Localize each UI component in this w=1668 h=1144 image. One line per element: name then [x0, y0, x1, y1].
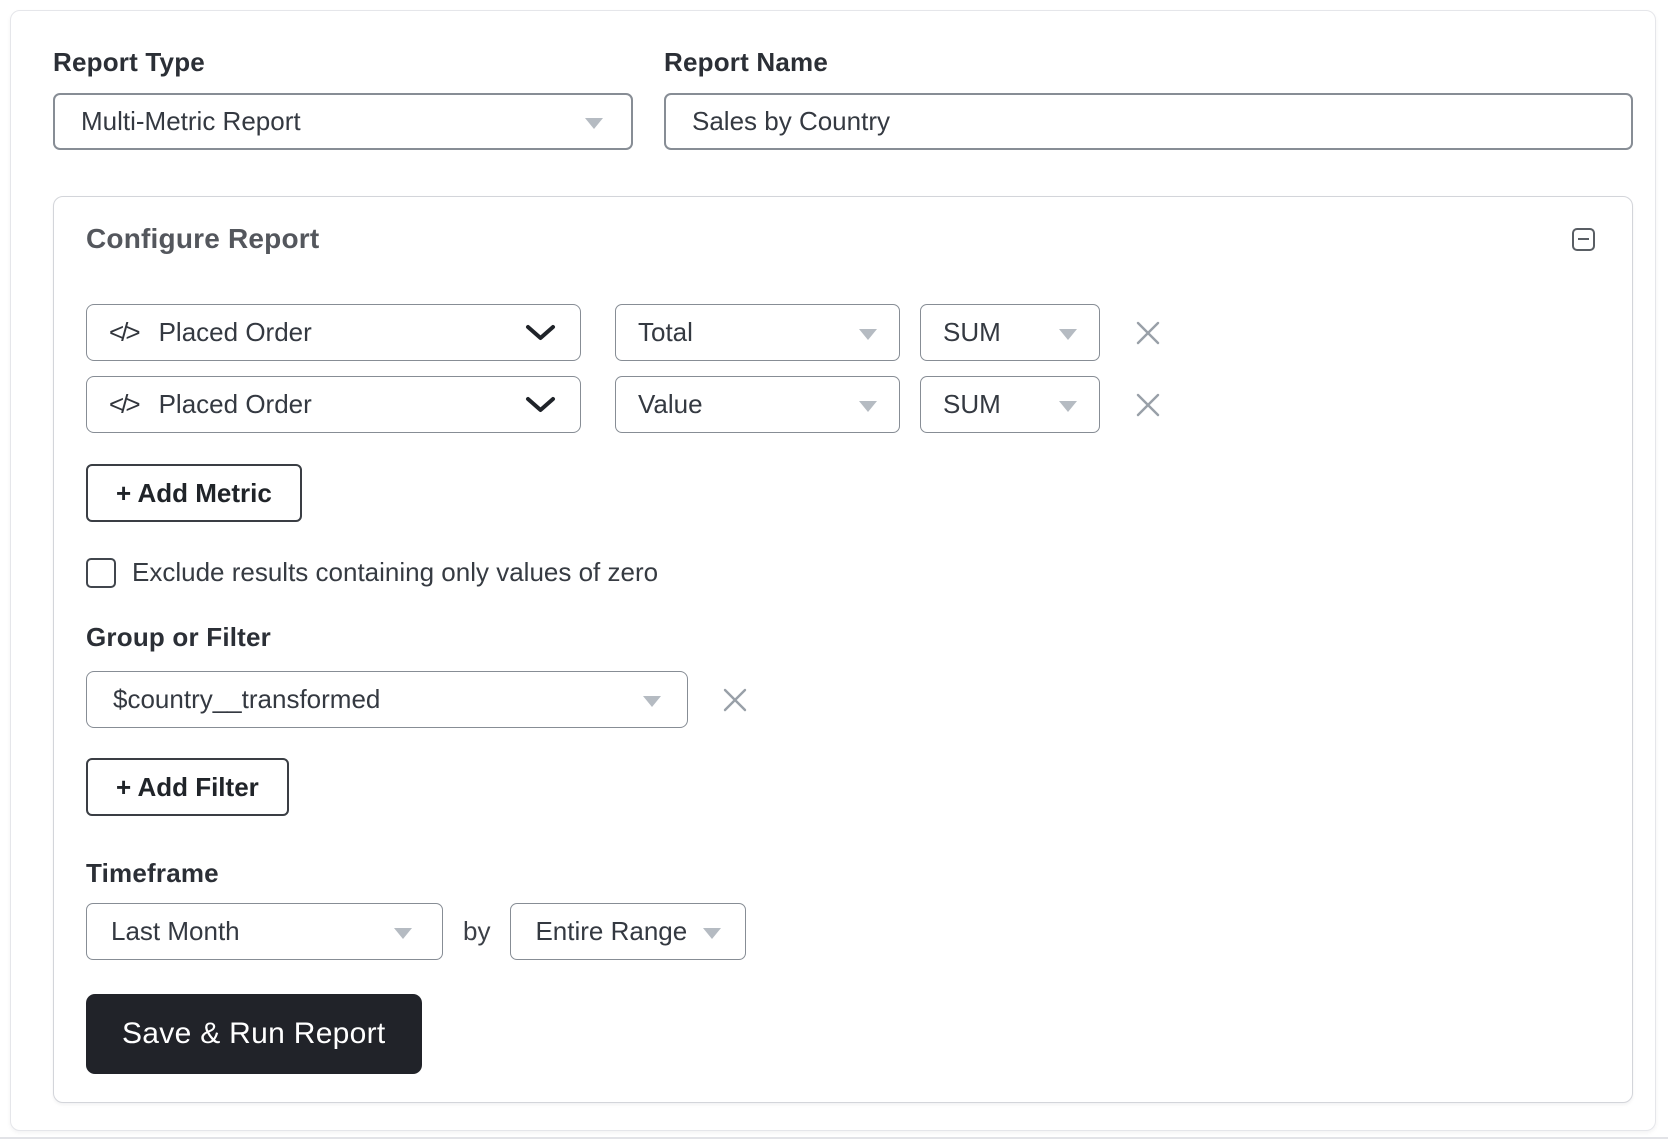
group-or-filter-label: Group or Filter — [86, 622, 1596, 653]
function-value: SUM — [943, 389, 1001, 420]
report-type-label: Report Type — [53, 47, 633, 78]
timeframe-row: Last Month by Entire Range — [86, 903, 1596, 960]
caret-down-icon — [643, 696, 661, 707]
caret-down-icon — [1059, 401, 1077, 412]
exclude-zero-row: Exclude results containing only values o… — [86, 557, 1596, 588]
caret-down-icon — [394, 928, 412, 939]
timeframe-by-label: by — [463, 916, 490, 947]
collapse-panel-button[interactable] — [1572, 227, 1596, 251]
x-icon — [1134, 319, 1162, 347]
remove-metric-button[interactable] — [1134, 319, 1162, 347]
function-value: SUM — [943, 317, 1001, 348]
report-name-field: Report Name — [664, 47, 1633, 150]
report-builder-card: Report Type Multi-Metric Report Report N… — [10, 10, 1656, 1131]
code-icon: </> — [109, 317, 141, 348]
function-select[interactable]: SUM — [920, 376, 1100, 433]
metric-value: Placed Order — [159, 317, 312, 348]
dimension-value: Total — [638, 317, 693, 348]
report-type-value: Multi-Metric Report — [81, 106, 301, 137]
function-select[interactable]: SUM — [920, 304, 1100, 361]
timeframe-interval-value: Entire Range — [535, 916, 687, 947]
report-name-label: Report Name — [664, 47, 1633, 78]
remove-filter-button[interactable] — [721, 686, 749, 714]
report-builder-page: Report Type Multi-Metric Report Report N… — [0, 0, 1668, 1144]
caret-down-icon — [585, 118, 603, 129]
group-filter-select[interactable]: $country__transformed — [86, 671, 688, 728]
report-header-row: Report Type Multi-Metric Report Report N… — [11, 11, 1655, 150]
exclude-zero-checkbox[interactable] — [86, 558, 116, 588]
dimension-select[interactable]: Total — [615, 304, 900, 361]
caret-down-icon — [703, 928, 721, 939]
add-filter-button[interactable]: + Add Filter — [86, 758, 289, 816]
caret-down-icon — [859, 401, 877, 412]
timeframe-label: Timeframe — [86, 858, 1596, 889]
chevron-down-icon — [525, 324, 556, 342]
metric-select[interactable]: </> Placed Order — [86, 376, 581, 433]
metric-select[interactable]: </> Placed Order — [86, 304, 581, 361]
remove-metric-button[interactable] — [1134, 391, 1162, 419]
filter-row: $country__transformed — [86, 671, 1596, 728]
timeframe-range-select[interactable]: Last Month — [86, 903, 443, 960]
dimension-value: Value — [638, 389, 703, 420]
exclude-zero-label: Exclude results containing only values o… — [132, 557, 658, 588]
chevron-down-icon — [525, 396, 556, 414]
report-name-input[interactable] — [664, 93, 1633, 150]
x-icon — [1134, 391, 1162, 419]
caret-down-icon — [859, 329, 877, 340]
report-type-select[interactable]: Multi-Metric Report — [53, 93, 633, 150]
add-metric-button[interactable]: + Add Metric — [86, 464, 302, 522]
caret-down-icon — [1059, 329, 1077, 340]
code-icon: </> — [109, 389, 141, 420]
metric-row: </> Placed Order Total SUM — [86, 304, 1596, 361]
group-filter-value: $country__transformed — [113, 684, 380, 715]
save-run-report-button[interactable]: Save & Run Report — [86, 994, 422, 1074]
x-icon — [721, 686, 749, 714]
report-type-field: Report Type Multi-Metric Report — [53, 47, 633, 150]
page-divider — [0, 1137, 1668, 1139]
configure-report-header: Configure Report — [86, 221, 1596, 257]
configure-report-panel: Configure Report </> Placed Order Total … — [53, 196, 1633, 1103]
timeframe-interval-select[interactable]: Entire Range — [510, 903, 746, 960]
timeframe-range-value: Last Month — [111, 916, 240, 947]
dimension-select[interactable]: Value — [615, 376, 900, 433]
metric-row: </> Placed Order Value SUM — [86, 376, 1596, 433]
minus-icon — [1572, 228, 1595, 251]
configure-report-title: Configure Report — [86, 223, 319, 255]
metric-value: Placed Order — [159, 389, 312, 420]
